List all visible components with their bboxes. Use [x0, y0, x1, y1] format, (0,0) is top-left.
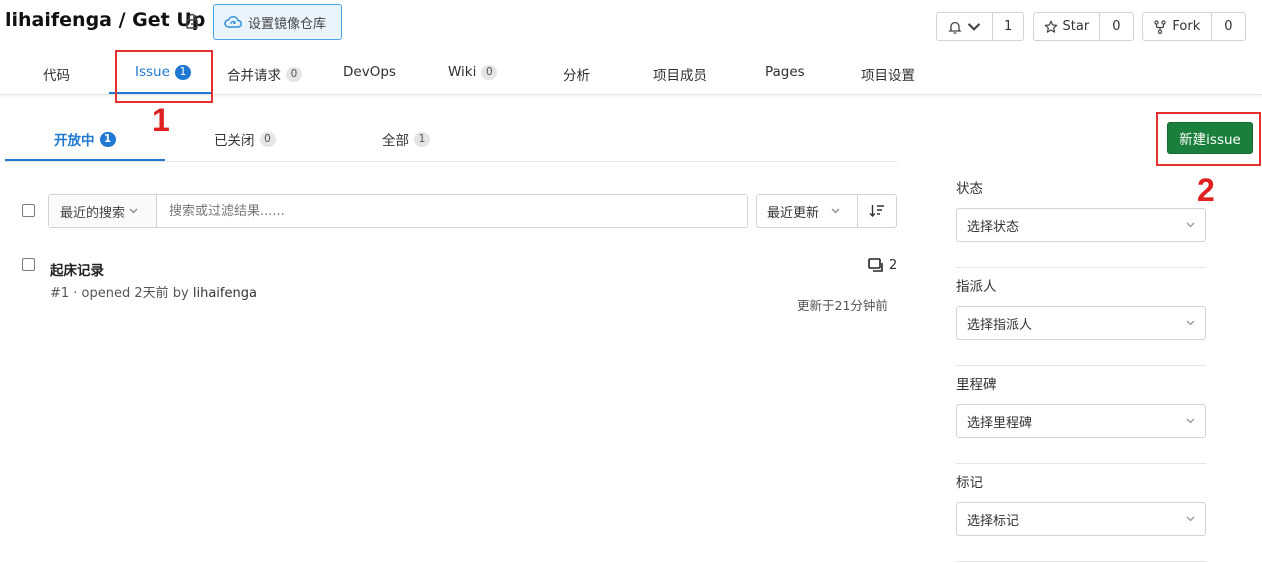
status-filter: 状态 选择状态 [956, 170, 1206, 268]
lock-icon [186, 13, 198, 29]
chevron-down-icon [1186, 222, 1195, 228]
tab-all-label: 全部 [382, 133, 409, 149]
recent-search-dropdown[interactable]: 最近的搜索 [49, 195, 157, 227]
fork-button-group[interactable]: Fork 0 [1142, 12, 1246, 41]
status-select[interactable]: 选择状态 [956, 208, 1206, 242]
milestone-select-value: 选择里程碑 [967, 415, 1033, 431]
sort-direction-button[interactable] [857, 194, 897, 228]
recent-search-label: 最近的搜索 [60, 205, 126, 221]
nav-pages-label: Pages [765, 64, 805, 80]
issue-ref: #1 · opened 2天前 by [50, 286, 193, 301]
nav-devops-label: DevOps [343, 64, 396, 80]
assignee-filter-label: 指派人 [956, 279, 997, 295]
star-label: Star [1062, 19, 1090, 34]
nav-merge-requests[interactable]: 合并请求 0 [227, 64, 302, 84]
nav-merge-requests-count: 0 [286, 66, 302, 82]
sort-label: 最近更新 [767, 205, 820, 221]
tab-open-label: 开放中 [54, 133, 95, 149]
star-button-group[interactable]: Star 0 [1033, 12, 1134, 41]
filter-sidebar: 状态 选择状态 指派人 选择指派人 里程碑 选择里程碑 标记 选择标记 [956, 170, 1206, 562]
select-all-checkbox[interactable] [22, 204, 35, 217]
label-select[interactable]: 选择标记 [956, 502, 1206, 536]
annotation-box-1 [115, 50, 213, 103]
chevron-down-icon [1186, 418, 1195, 424]
cloud-sync-icon [224, 16, 242, 28]
mirror-repo-label: 设置镜像仓库 [248, 16, 327, 32]
repo-title[interactable]: lihaifenga / Get Up [5, 9, 205, 31]
fork-count[interactable]: 0 [1212, 13, 1245, 40]
label-filter: 标记 选择标记 [956, 464, 1206, 562]
filter-search-bar: 最近的搜索 [48, 194, 748, 228]
annotation-box-2 [1156, 112, 1261, 166]
star-count[interactable]: 0 [1100, 13, 1133, 40]
issue-author[interactable]: lihaifenga [193, 286, 257, 301]
nav-code[interactable]: 代码 [43, 64, 70, 84]
tab-closed[interactable]: 已关闭 0 [214, 129, 276, 149]
milestone-select[interactable]: 选择里程碑 [956, 404, 1206, 438]
nav-settings-label: 项目设置 [861, 68, 915, 84]
nav-wiki[interactable]: Wiki 0 [448, 64, 498, 80]
nav-wiki-count: 0 [481, 64, 498, 80]
assignee-select[interactable]: 选择指派人 [956, 306, 1206, 340]
milestone-filter: 里程碑 选择里程碑 [956, 366, 1206, 464]
assignee-select-value: 选择指派人 [967, 317, 1033, 333]
nav-code-label: 代码 [43, 68, 70, 84]
watch-dropdown[interactable] [937, 13, 994, 40]
issue-updated-time: 更新于21分钟前 [797, 298, 888, 313]
nav-analytics-label: 分析 [563, 68, 590, 84]
nav-wiki-label: Wiki [448, 64, 477, 80]
chevron-down-icon [967, 22, 981, 31]
fork-button[interactable]: Fork [1143, 13, 1212, 40]
tab-open-count: 1 [99, 131, 116, 147]
fork-icon [1154, 19, 1167, 34]
tab-all[interactable]: 全部 1 [382, 129, 430, 149]
tab-active-indicator [5, 159, 165, 161]
issue-comments[interactable]: 2 [868, 258, 897, 273]
sort-dropdown[interactable]: 最近更新 [756, 194, 858, 228]
issue-state-tabs: 开放中 1 已关闭 0 全部 1 [5, 113, 897, 162]
assignee-filter: 指派人 选择指派人 [956, 268, 1206, 366]
nav-settings[interactable]: 项目设置 [861, 64, 915, 84]
label-filter-label: 标记 [956, 475, 983, 491]
status-select-value: 选择状态 [967, 219, 1020, 235]
tab-all-count: 1 [414, 131, 430, 147]
issue-meta: #1 · opened 2天前 by lihaifenga [50, 282, 257, 301]
issue-checkbox[interactable] [22, 258, 35, 271]
nav-analytics[interactable]: 分析 [563, 64, 590, 84]
comments-count: 2 [889, 258, 898, 273]
mirror-repo-button[interactable]: 设置镜像仓库 [213, 4, 342, 40]
issue-title[interactable]: 起床记录 [50, 259, 104, 279]
bell-icon [948, 21, 962, 34]
watch-count[interactable]: 1 [993, 13, 1023, 40]
tab-open[interactable]: 开放中 1 [54, 129, 116, 149]
tab-closed-label: 已关闭 [214, 133, 255, 149]
label-select-value: 选择标记 [967, 513, 1020, 529]
nav-pages[interactable]: Pages [765, 64, 805, 80]
watch-button-group[interactable]: 1 [936, 12, 1024, 41]
chevron-down-icon [1186, 516, 1195, 522]
search-input[interactable] [157, 195, 747, 227]
star-button[interactable]: Star [1034, 13, 1100, 40]
comments-icon [868, 258, 883, 272]
nav-devops[interactable]: DevOps [343, 64, 396, 80]
nav-merge-requests-label: 合并请求 [227, 68, 281, 84]
star-icon [1044, 20, 1057, 33]
status-filter-label: 状态 [956, 181, 983, 197]
chevron-down-icon [1186, 320, 1195, 326]
sort-descending-icon [869, 205, 884, 217]
nav-members-label: 项目成员 [653, 68, 707, 84]
nav-members[interactable]: 项目成员 [653, 64, 707, 84]
chevron-down-icon [129, 208, 138, 214]
tab-closed-count: 0 [259, 131, 276, 147]
fork-label: Fork [1172, 19, 1201, 34]
chevron-down-icon [831, 208, 840, 214]
milestone-filter-label: 里程碑 [956, 377, 997, 393]
